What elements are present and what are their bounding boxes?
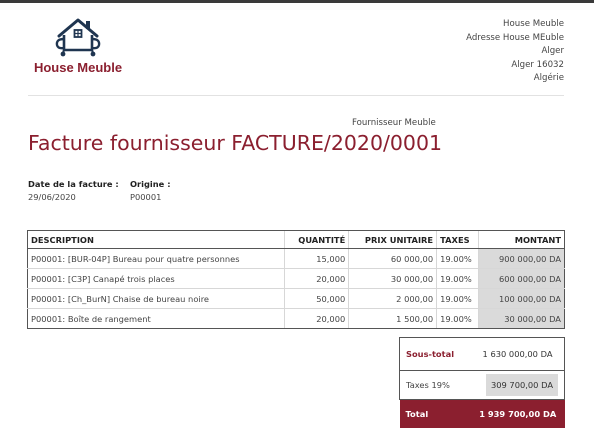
line-unit-price: 1 500,00 <box>348 308 437 329</box>
company-postal: Alger 16032 <box>511 59 564 70</box>
tax-value: 309 700,00 DA <box>485 374 558 396</box>
line-amount: 30 000,00 DA <box>478 308 565 329</box>
totals-table: Sous-total 1 630 000,00 DA Taxes 19% 309… <box>399 337 566 428</box>
line-taxes: 19.00% <box>436 288 479 309</box>
subtotal-value: 1 630 000,00 DA <box>471 337 566 371</box>
line-description: P00001: [Ch_BurN] Chaise de bureau noire <box>26 288 285 309</box>
table-row: P00001: Boîte de rangement 20,000 1 500,… <box>26 308 565 329</box>
house-logo-icon <box>55 18 101 57</box>
table-row: P00001: [C3P] Canapé trois places 20,000… <box>26 268 565 289</box>
supplier-name: Fournisseur Meuble <box>352 118 436 128</box>
company-address: House Meuble Adresse House MEuble Alger … <box>466 18 564 86</box>
col-amount: MONTANT <box>478 230 565 249</box>
logo-text: House Meuble <box>33 60 123 75</box>
line-taxes: 19.00% <box>436 308 479 329</box>
page-title: Facture fournisseur FACTURE/2020/0001 <box>28 131 443 155</box>
origin-value: P00001 <box>130 191 162 202</box>
tax-row: Taxes 19% 309 700,00 DA <box>399 370 566 400</box>
line-quantity: 20,000 <box>284 308 349 329</box>
company-logo: House Meuble <box>28 12 128 76</box>
subtotal-label: Sous-total <box>399 337 472 371</box>
origin-block: Origine : P00001 <box>130 178 171 203</box>
line-description: P00001: [C3P] Canapé trois places <box>26 268 285 289</box>
line-amount: 100 000,00 DA <box>478 288 565 309</box>
subtotal-row: Sous-total 1 630 000,00 DA <box>399 337 566 371</box>
header-divider <box>28 95 564 96</box>
line-quantity: 50,000 <box>284 288 349 309</box>
line-amount: 900 000,00 DA <box>478 248 565 269</box>
line-unit-price: 60 000,00 <box>348 248 437 269</box>
line-taxes: 19.00% <box>436 248 479 269</box>
line-description: P00001: Boîte de rangement <box>26 308 285 329</box>
line-quantity: 20,000 <box>284 268 349 289</box>
total-row: Total 1 939 700,00 DA <box>399 399 565 428</box>
line-unit-price: 2 000,00 <box>348 288 437 309</box>
col-description: DESCRIPTION <box>26 230 285 249</box>
line-unit-price: 30 000,00 <box>348 268 437 289</box>
invoice-date-block: Date de la facture : 29/06/2020 <box>28 178 119 203</box>
col-taxes: TAXES <box>436 230 479 249</box>
company-address-line: Adresse House MEuble <box>466 32 564 43</box>
line-description: P00001: [BUR-04P] Bureau pour quatre per… <box>26 248 285 269</box>
table-header-row: DESCRIPTION QUANTITÉ PRIX UNITAIRE TAXES… <box>26 230 565 249</box>
company-country: Algérie <box>533 73 564 83</box>
line-amount: 600 000,00 DA <box>478 268 565 289</box>
total-label: Total <box>399 399 472 428</box>
company-name: House Meuble <box>503 19 564 29</box>
invoice-date-value: 29/06/2020 <box>28 191 76 202</box>
top-border <box>0 0 594 3</box>
origin-label: Origine : <box>130 179 171 189</box>
col-quantity: QUANTITÉ <box>284 230 349 249</box>
invoice-lines-table: DESCRIPTION QUANTITÉ PRIX UNITAIRE TAXES… <box>26 230 565 329</box>
line-taxes: 19.00% <box>436 268 479 289</box>
tax-label: Taxes 19% <box>399 370 472 400</box>
col-unit-price: PRIX UNITAIRE <box>348 230 437 249</box>
table-row: P00001: [BUR-04P] Bureau pour quatre per… <box>26 248 565 269</box>
line-quantity: 15,000 <box>284 248 349 269</box>
invoice-date-label: Date de la facture : <box>28 179 119 189</box>
total-value: 1 939 700,00 DA <box>471 399 565 428</box>
table-row: P00001: [Ch_BurN] Chaise de bureau noire… <box>26 288 565 309</box>
company-city: Alger <box>541 46 564 56</box>
